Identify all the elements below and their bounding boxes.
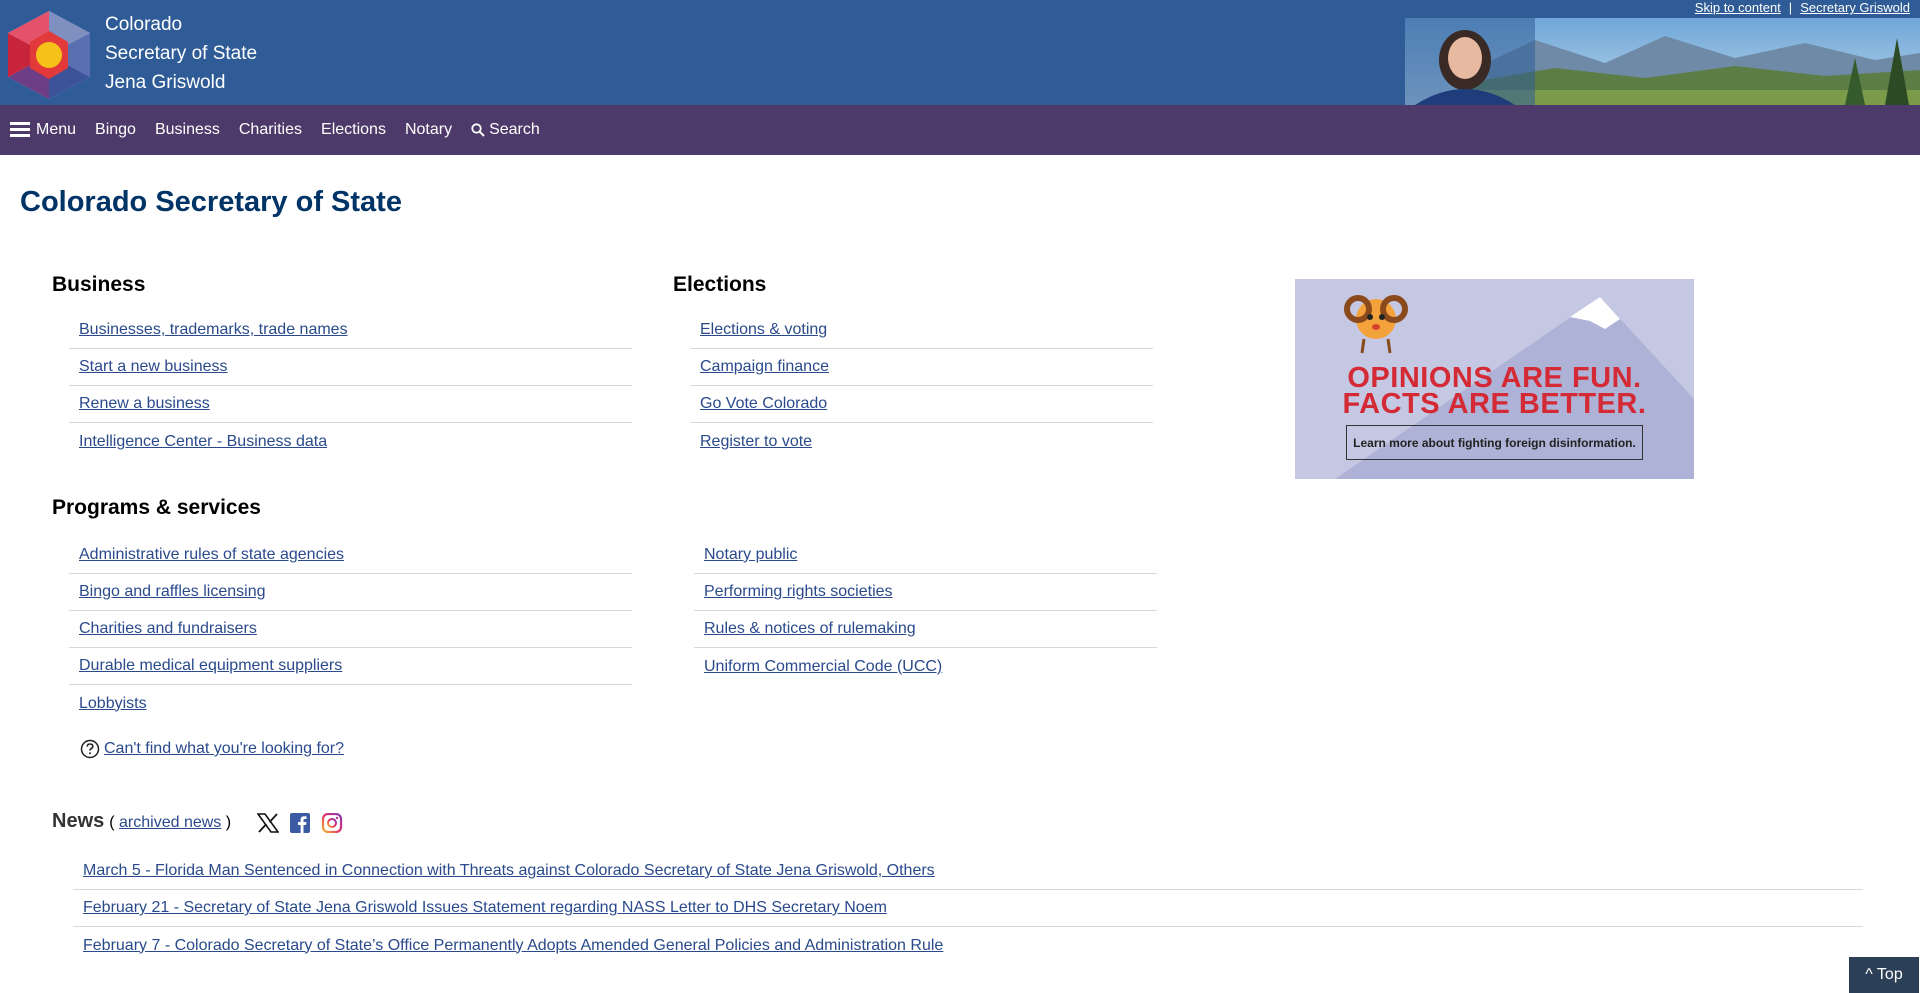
programs-heading: Programs & services	[52, 496, 261, 519]
skip-to-content-link[interactable]: Skip to content	[1695, 0, 1781, 15]
list-item: Renew a business	[69, 386, 632, 423]
business-link-intelligence[interactable]: Intelligence Center - Business data	[79, 433, 327, 451]
mascot-ram-icon	[1344, 295, 1408, 354]
site-title[interactable]: Colorado Secretary of State Jena Griswol…	[105, 10, 257, 97]
help-row: Can't find what you're looking for?	[80, 739, 344, 759]
news-item-2[interactable]: February 21 - Secretary of State Jena Gr…	[83, 899, 887, 917]
search-icon	[471, 123, 485, 137]
nav-bingo[interactable]: Bingo	[95, 121, 136, 139]
programs-link-charities[interactable]: Charities and fundraisers	[79, 620, 257, 638]
list-item: Uniform Commercial Code (UCC)	[694, 648, 1157, 685]
programs-link-dme-suppliers[interactable]: Durable medical equipment suppliers	[79, 657, 342, 675]
list-item: March 5 - Florida Man Sentenced in Conne…	[73, 853, 1863, 890]
hamburger-menu-icon	[10, 122, 30, 138]
facebook-icon[interactable]	[289, 813, 311, 838]
news-item-1[interactable]: March 5 - Florida Man Sentenced in Conne…	[83, 862, 935, 880]
business-link-businesses[interactable]: Businesses, trademarks, trade names	[79, 321, 348, 339]
news-heading-row: News ( archived news )	[52, 810, 231, 833]
business-heading: Business	[52, 273, 146, 296]
news-item-3[interactable]: February 7 - Colorado Secretary of State…	[83, 937, 943, 955]
news-archive-wrapper: ( archived news )	[109, 814, 231, 832]
cant-find-link[interactable]: Can't find what you're looking for?	[104, 740, 344, 758]
elections-link-campaign-finance[interactable]: Campaign finance	[700, 358, 829, 376]
site-banner: Colorado Secretary of State Jena Griswol…	[0, 0, 1920, 105]
promo-headline-2: FACTS ARE BETTER.	[1342, 388, 1647, 420]
programs-link-notary[interactable]: Notary public	[704, 546, 797, 564]
list-item: Notary public	[694, 537, 1157, 574]
nav-search[interactable]: Search	[471, 121, 540, 139]
elections-link-register[interactable]: Register to vote	[700, 433, 812, 451]
list-item: February 21 - Secretary of State Jena Gr…	[73, 890, 1863, 927]
business-links: Businesses, trademarks, trade names Star…	[69, 312, 632, 460]
list-item: Charities and fundraisers	[69, 611, 632, 648]
list-item: Rules & notices of rulemaking	[694, 611, 1157, 648]
elections-link-voting[interactable]: Elections & voting	[700, 321, 827, 339]
question-circle-icon	[80, 739, 100, 759]
programs-link-ucc[interactable]: Uniform Commercial Code (UCC)	[704, 658, 942, 676]
elections-links: Elections & voting Campaign finance Go V…	[690, 312, 1153, 460]
main-nav: Menu Bingo Business Charities Elections …	[0, 105, 1920, 155]
list-item: Durable medical equipment suppliers	[69, 648, 632, 685]
header-photo-image	[1405, 18, 1920, 105]
elections-heading: Elections	[673, 273, 767, 296]
business-link-start[interactable]: Start a new business	[79, 358, 228, 376]
news-list: March 5 - Florida Man Sentenced in Conne…	[73, 853, 1863, 964]
archived-news-link[interactable]: archived news	[119, 814, 221, 831]
archive-close-paren: )	[225, 814, 232, 831]
site-title-line3: Jena Griswold	[105, 72, 226, 93]
list-item: Performing rights societies	[694, 574, 1157, 611]
list-item: Campaign finance	[690, 349, 1153, 386]
nav-notary[interactable]: Notary	[405, 121, 452, 139]
page-title: Colorado Secretary of State	[20, 186, 402, 218]
site-title-line2: Secretary of State	[105, 43, 258, 64]
elections-link-go-vote[interactable]: Go Vote Colorado	[700, 395, 827, 413]
utility-separator: |	[1788, 0, 1793, 15]
list-item: Start a new business	[69, 349, 632, 386]
list-item: February 7 - Colorado Secretary of State…	[73, 927, 1863, 964]
list-item: Register to vote	[690, 423, 1153, 460]
colorado-logo-icon[interactable]	[8, 11, 90, 99]
back-to-top-button[interactable]: ^ Top	[1849, 957, 1919, 993]
nav-charities[interactable]: Charities	[239, 121, 302, 139]
programs-link-lobbyists[interactable]: Lobbyists	[79, 695, 147, 713]
nav-search-label: Search	[489, 121, 540, 138]
x-twitter-icon[interactable]	[256, 813, 280, 838]
utility-links: Skip to content | Secretary Griswold	[1695, 0, 1910, 15]
programs-links-left: Administrative rules of state agencies B…	[69, 537, 632, 722]
list-item: Administrative rules of state agencies	[69, 537, 632, 574]
business-link-renew[interactable]: Renew a business	[79, 395, 210, 413]
programs-link-rulemaking[interactable]: Rules & notices of rulemaking	[704, 620, 916, 638]
social-links	[256, 812, 343, 838]
list-item: Elections & voting	[690, 312, 1153, 349]
nav-business[interactable]: Business	[155, 121, 220, 139]
disinformation-promo-banner[interactable]: OPINIONS ARE FUN. FACTS ARE BETTER. Lear…	[1295, 279, 1694, 479]
nav-elections[interactable]: Elections	[321, 121, 386, 139]
instagram-icon[interactable]	[321, 812, 343, 838]
site-title-line1: Colorado	[105, 14, 183, 35]
list-item: Go Vote Colorado	[690, 386, 1153, 423]
archive-open-paren: (	[109, 814, 115, 831]
news-heading: News	[52, 810, 105, 832]
programs-link-admin-rules[interactable]: Administrative rules of state agencies	[79, 546, 344, 564]
programs-link-performing-rights[interactable]: Performing rights societies	[704, 583, 893, 601]
nav-menu[interactable]: Menu	[10, 121, 76, 139]
promo-learn-more-button[interactable]: Learn more about fighting foreign disinf…	[1346, 425, 1643, 460]
nav-menu-label: Menu	[36, 121, 77, 138]
list-item: Intelligence Center - Business data	[69, 423, 632, 460]
programs-links-right: Notary public Performing rights societie…	[694, 537, 1157, 685]
list-item: Bingo and raffles licensing	[69, 574, 632, 611]
programs-link-bingo[interactable]: Bingo and raffles licensing	[79, 583, 266, 601]
list-item: Businesses, trademarks, trade names	[69, 312, 632, 349]
secretary-griswold-link[interactable]: Secretary Griswold	[1800, 0, 1910, 15]
list-item: Lobbyists	[69, 685, 632, 722]
